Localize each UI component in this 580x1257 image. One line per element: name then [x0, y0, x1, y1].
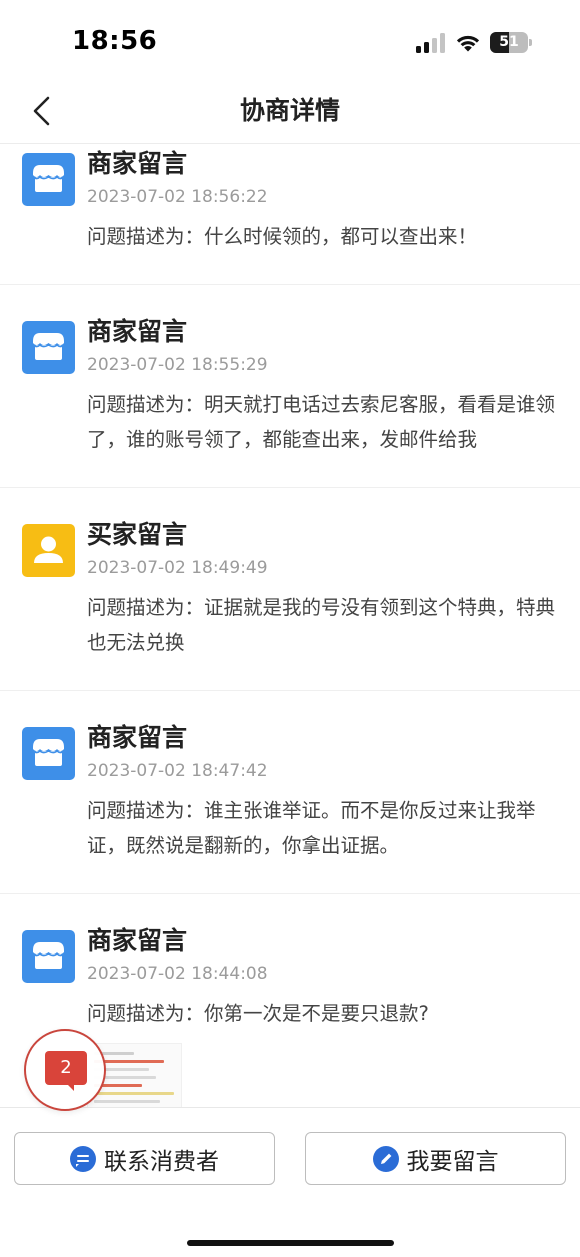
- message-item: 商家留言 2023-07-02 18:55:29 问题描述为：明天就打电话过去索…: [0, 285, 580, 488]
- message-sender: 商家留言: [87, 149, 188, 178]
- user-icon: [34, 536, 63, 563]
- message-text: 问题描述为：什么时候领的，都可以查出来！: [87, 225, 478, 248]
- screen: 18:56 51 协商详情 商家留言 2023-07-02 18:56:22 问…: [0, 0, 580, 1257]
- merchant-avatar: [22, 153, 75, 206]
- message-sender: 商家留言: [87, 723, 188, 752]
- message-list: 商家留言 2023-07-02 18:56:22 问题描述为：什么时候领的，都可…: [0, 144, 580, 1107]
- leave-comment-label: 我要留言: [406, 1148, 499, 1175]
- bottom-toolbar: 联系消费者 我要留言: [0, 1107, 580, 1257]
- home-indicator[interactable]: [187, 1240, 394, 1246]
- page-title: 协商详情: [239, 96, 340, 125]
- pencil-icon: [372, 1145, 399, 1172]
- store-icon: [32, 739, 65, 766]
- nav-bar: 协商详情: [0, 82, 580, 144]
- message-text: 问题描述为：证据就是我的号没有领到这个特典，特典也无法兑换: [87, 596, 556, 654]
- status-bar: 18:56 51: [0, 0, 580, 82]
- message-sender: 商家留言: [87, 926, 188, 955]
- buyer-avatar: [22, 524, 75, 577]
- message-text: 问题描述为：谁主张谁举证。而不是你反过来让我举证，既然说是翻新的，你拿出证据。: [87, 799, 536, 857]
- merchant-avatar: [22, 727, 75, 780]
- leave-comment-button[interactable]: 我要留言: [305, 1132, 566, 1185]
- message-item: 商家留言 2023-07-02 18:47:42 问题描述为：谁主张谁举证。而不…: [0, 691, 580, 894]
- message-item: 商家留言 2023-07-02 18:56:22 问题描述为：什么时候领的，都可…: [0, 144, 580, 285]
- message-icon: [70, 1145, 96, 1172]
- floating-chat-button[interactable]: 2: [24, 1029, 106, 1111]
- merchant-avatar: [22, 321, 75, 374]
- message-time: 2023-07-02 18:56:22: [87, 187, 268, 207]
- message-time: 2023-07-02 18:47:42: [87, 761, 268, 781]
- message-time: 2023-07-02 18:55:29: [87, 355, 268, 375]
- message-text: 问题描述为：你第一次是不是要只退款?: [87, 1002, 429, 1025]
- store-icon: [32, 333, 65, 360]
- contact-consumer-label: 联系消费者: [104, 1148, 219, 1175]
- message-item: 买家留言 2023-07-02 18:49:49 问题描述为：证据就是我的号没有…: [0, 488, 580, 691]
- wifi-icon: [456, 35, 480, 52]
- message-text: 问题描述为：明天就打电话过去索尼客服，看看是谁领了，谁的账号领了，都能查出来，发…: [87, 393, 556, 451]
- battery-level: 51: [499, 34, 519, 50]
- message-time: 2023-07-02 18:44:08: [87, 964, 268, 984]
- contact-consumer-button[interactable]: 联系消费者: [14, 1132, 275, 1185]
- merchant-avatar: [22, 930, 75, 983]
- message-sender: 买家留言: [87, 520, 188, 549]
- cellular-signal-icon: [416, 33, 446, 53]
- store-icon: [32, 942, 65, 969]
- message-sender: 商家留言: [87, 317, 188, 346]
- battery-icon: 51: [490, 32, 532, 53]
- store-icon: [32, 165, 65, 192]
- message-time: 2023-07-02 18:49:49: [87, 558, 268, 578]
- message-list-viewport[interactable]: 商家留言 2023-07-02 18:56:22 问题描述为：什么时候领的，都可…: [0, 144, 580, 1107]
- status-time: 18:56: [72, 26, 158, 56]
- unread-count-badge: 2: [60, 1057, 72, 1078]
